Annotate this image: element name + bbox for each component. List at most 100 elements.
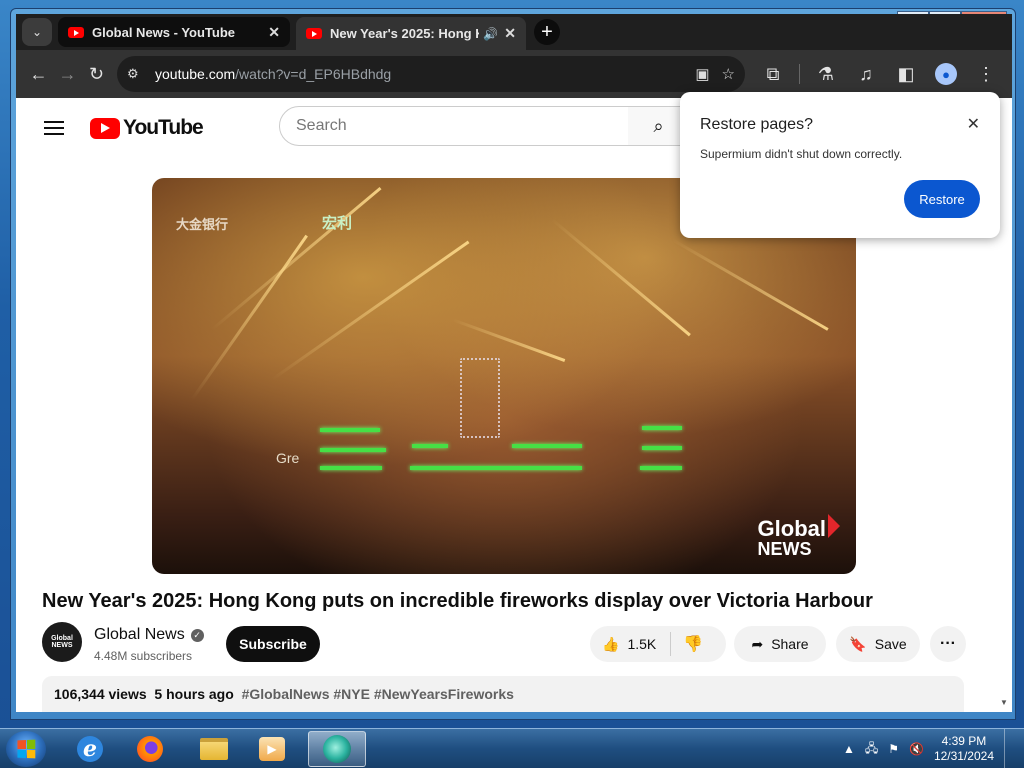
search-input[interactable]: Search (279, 106, 629, 146)
show-hidden-icons-icon[interactable]: ▲ (843, 742, 855, 756)
green-light-bar (320, 428, 380, 432)
tab-title: Global News - YouTube (92, 24, 236, 40)
site-info-icon[interactable]: ⚙ (127, 66, 147, 82)
green-light-bar (642, 426, 682, 430)
channel-avatar[interactable]: Global NEWS (42, 622, 82, 662)
firework-streak (271, 240, 470, 381)
close-tab-icon[interactable]: ✕ (268, 24, 280, 41)
taskbar: e ▶ ▲ 🖧 ⚑ 🔇 4:39 PM 12/31/2024 (0, 728, 1024, 768)
save-button[interactable]: 🔖 Save (836, 626, 920, 662)
green-light-bar (412, 444, 448, 448)
video-overlay-text: 宏利 (322, 215, 353, 232)
tab-title: New Year's 2025: Hong Ko (330, 26, 480, 41)
share-button[interactable]: ➦ Share (734, 626, 826, 662)
video-overlay-text: 大金银行 (176, 217, 229, 232)
dislike-button[interactable]: 👎 (671, 634, 715, 654)
like-button[interactable]: 👍 1.5K (590, 632, 672, 656)
folder-icon (200, 738, 228, 760)
start-button[interactable] (6, 731, 46, 767)
tab-search-button[interactable]: ⌄ (22, 18, 52, 46)
labs-flask-icon[interactable]: ⚗ (808, 56, 844, 92)
profile-button[interactable]: ● (928, 56, 964, 92)
view-count: 106,344 views (54, 686, 147, 702)
firework-streak (551, 218, 691, 337)
address-bar[interactable]: ⚙ youtube.com/watch?v=d_EP6HBdhdg ▣ ☆ (117, 56, 745, 92)
firework-streak (451, 318, 566, 362)
channel-name[interactable]: Global News (94, 626, 185, 644)
install-app-icon[interactable]: ▣ (695, 65, 709, 83)
chevron-down-icon: ⌄ (31, 25, 43, 39)
windows-logo-icon (17, 739, 36, 759)
extensions-icon[interactable]: ⧉ (755, 56, 791, 92)
youtube-play-icon (90, 117, 120, 139)
bookmark-icon: 🔖 (849, 635, 867, 652)
volume-muted-icon[interactable]: 🔇 (909, 742, 924, 756)
taskbar-firefox[interactable] (124, 731, 176, 767)
youtube-wordmark: YouTube (123, 116, 204, 139)
subscriber-count: 4.48M subscribers (94, 649, 193, 663)
like-dislike-group: 👍 1.5K 👎 (590, 626, 726, 662)
new-tab-button[interactable]: + (534, 19, 560, 45)
internet-explorer-icon: e (77, 736, 103, 762)
network-icon[interactable]: 🖧 (865, 739, 878, 760)
media-player-icon: ▶ (259, 737, 285, 761)
browser-toolbar: ← → ↻ ⚙ youtube.com/watch?v=d_EP6HBdhdg … (16, 50, 1012, 98)
channel-name-row[interactable]: Global News ✓ (94, 626, 204, 644)
speaker-icon[interactable]: 🔊 (483, 27, 498, 41)
bookmark-star-icon[interactable]: ☆ (722, 65, 735, 83)
scroll-down-arrow-icon[interactable]: ▼ (1000, 698, 1010, 708)
action-center-flag-icon[interactable]: ⚑ (888, 742, 899, 756)
thumbs-down-icon: 👎 (683, 636, 704, 653)
tab-global-news[interactable]: Global News - YouTube ✕ (58, 17, 290, 47)
close-tab-icon[interactable]: ✕ (504, 25, 516, 42)
green-light-bar (320, 448, 386, 452)
restore-button[interactable]: Restore (904, 180, 980, 218)
side-panel-icon[interactable]: ◧ (888, 56, 924, 92)
green-light-bar (320, 466, 382, 470)
tab-strip: ⌄ Global News - YouTube ✕ New Year's 202… (16, 14, 1012, 50)
taskbar-supermium[interactable] (308, 731, 366, 767)
upload-age: 5 hours ago (154, 686, 234, 702)
forward-button[interactable]: → (53, 56, 82, 92)
system-clock[interactable]: 4:39 PM 12/31/2024 (934, 734, 994, 764)
profile-avatar-icon: ● (935, 63, 957, 85)
youtube-favicon-icon (68, 26, 84, 38)
youtube-logo[interactable]: YouTube (90, 116, 204, 140)
description-box[interactable]: 106,344 views 5 hours ago #GlobalNews #N… (42, 676, 964, 712)
video-title: New Year's 2025: Hong Kong puts on incre… (42, 590, 873, 612)
browser-menu-icon[interactable]: ⋮ (968, 56, 1004, 92)
system-tray: ▲ 🖧 ⚑ 🔇 4:39 PM 12/31/2024 (843, 729, 1018, 768)
restore-pages-dialog: Restore pages? ✕ Supermium didn't shut d… (680, 92, 1000, 238)
green-light-bar (512, 444, 582, 448)
back-button[interactable]: ← (24, 56, 53, 92)
global-news-watermark: Global NEWS (758, 514, 840, 558)
green-light-bar (642, 446, 682, 450)
green-light-bar (410, 466, 582, 470)
firework-streak (211, 186, 382, 331)
url-text[interactable]: youtube.com/watch?v=d_EP6HBdhdg (155, 66, 695, 82)
toolbar-separator (799, 64, 800, 84)
taskbar-file-explorer[interactable] (188, 731, 240, 767)
green-light-bar (640, 466, 682, 470)
dialog-close-icon[interactable]: ✕ (967, 114, 980, 134)
search-placeholder: Search (296, 117, 347, 134)
firework-streak (671, 238, 829, 331)
tab-new-years-video[interactable]: New Year's 2025: Hong Ko 🔊 ✕ (296, 17, 526, 50)
more-actions-button[interactable]: ··· (930, 626, 966, 662)
supermium-icon (323, 735, 351, 763)
media-controls-icon[interactable]: ♫ (848, 56, 884, 92)
reload-button[interactable]: ↻ (82, 56, 111, 92)
hamburger-menu-icon[interactable] (44, 121, 64, 135)
dialog-title: Restore pages? (700, 116, 813, 133)
taskbar-media-player[interactable]: ▶ (246, 731, 298, 767)
like-count: 1.5K (627, 636, 657, 652)
verified-badge-icon: ✓ (190, 628, 204, 642)
video-overlay-text: Gre (276, 450, 300, 466)
youtube-favicon-icon (306, 28, 322, 39)
subscribe-button[interactable]: Subscribe (226, 626, 320, 662)
dialog-message: Supermium didn't shut down correctly. (700, 147, 903, 161)
show-desktop-button[interactable] (1004, 729, 1018, 768)
taskbar-internet-explorer[interactable]: e (64, 731, 116, 767)
building-outline (460, 358, 500, 438)
hashtags[interactable]: #GlobalNews #NYE #NewYearsFireworks (242, 686, 514, 702)
